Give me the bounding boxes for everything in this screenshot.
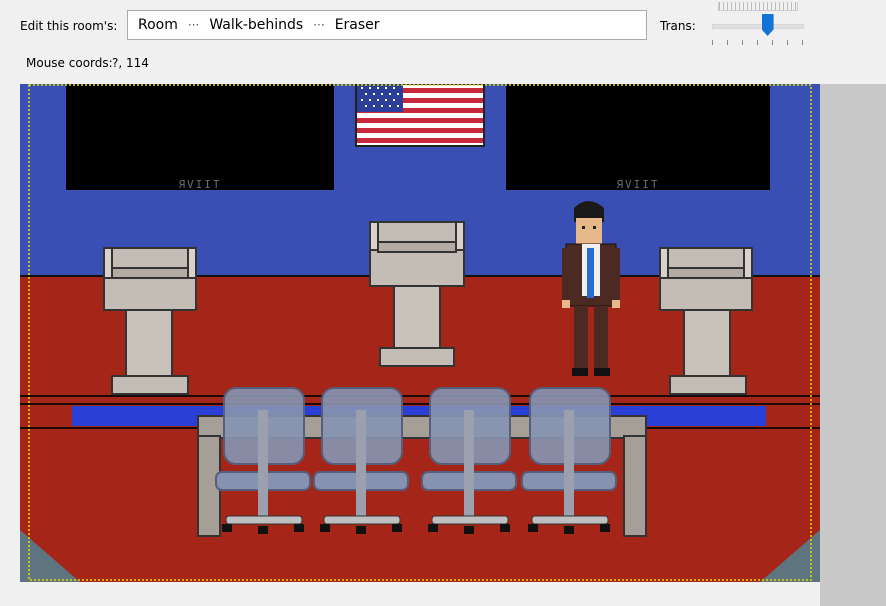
editing-mode-breadcrumb: Room ··· Walk-behinds ··· Eraser [127,10,647,40]
slider-thumb[interactable] [761,14,774,36]
crumb-separator: ··· [187,18,200,32]
monitor-left: ЯVIIT [66,84,334,191]
monitor-right: ЯVIIT [506,84,770,191]
us-flag [355,84,485,147]
slider-top-ruler [718,2,798,11]
trans-label: Trans: [660,19,696,33]
edit-room-label: Edit this room's: [20,19,118,33]
mouse-coords-value: ?, 114 [112,56,149,70]
slider-ticks [712,40,804,45]
room-editor-toolbar: Edit this room's: Room ··· Walk-behinds … [0,0,886,84]
mouse-coords-label: Mouse coords: [26,56,113,70]
crumb-room[interactable]: Room [138,17,178,33]
monitor-left-text: ЯVIIT [178,178,221,191]
monitor-right-text: ЯVIIT [616,178,659,191]
transparency-slider[interactable] [710,2,806,48]
room-scene: ЯVIIT ЯVIIT [20,84,820,582]
crumb-eraser[interactable]: Eraser [335,17,380,33]
room-canvas[interactable]: ЯVIIT ЯVIIT [20,84,820,582]
slider-track[interactable] [712,24,804,29]
canvas-background [820,84,886,606]
crumb-separator: ··· [313,18,325,32]
crumb-walk-behinds[interactable]: Walk-behinds [209,17,303,33]
